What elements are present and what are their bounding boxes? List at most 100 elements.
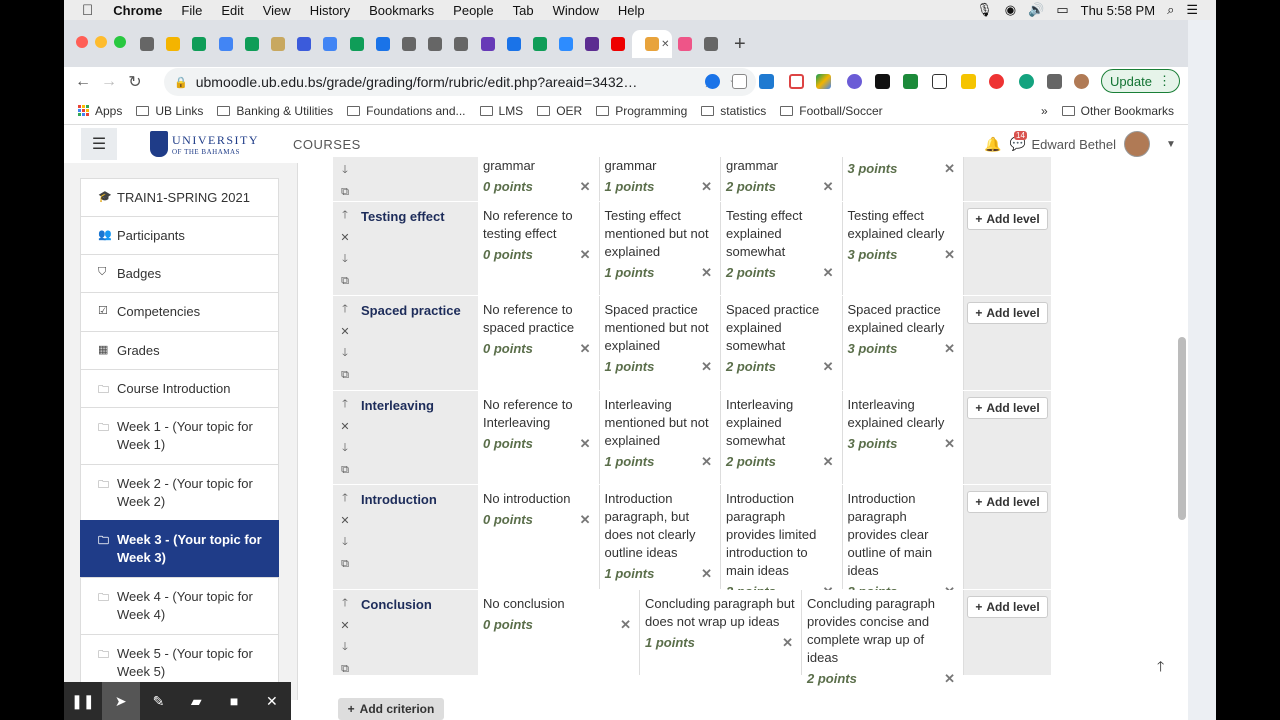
extension-icon[interactable] xyxy=(705,74,720,89)
level-definition[interactable]: Concluding paragraph but does not wrap u… xyxy=(645,595,795,631)
delete-level-icon[interactable]: ✕ xyxy=(580,511,591,529)
level-points[interactable]: 1 points xyxy=(605,358,655,376)
level-points[interactable]: 2 points xyxy=(726,178,776,196)
duplicate-icon[interactable]: ⧉ xyxy=(341,369,349,382)
level-points[interactable]: 1 points xyxy=(605,178,655,196)
level-cell[interactable]: Interleaving explained somewhat 2 points ✕ xyxy=(721,391,843,484)
level-points[interactable]: 0 points xyxy=(483,178,533,196)
menu-item-bookmarks[interactable]: Bookmarks xyxy=(369,3,434,18)
nav-item[interactable]: ▦ Grades xyxy=(80,331,279,369)
browser-tab[interactable] xyxy=(344,30,370,58)
delete-level-icon[interactable]: ✕ xyxy=(944,246,955,264)
back-icon[interactable]: ← xyxy=(70,73,96,91)
arrow-down-icon[interactable]: 🡓 xyxy=(342,344,348,363)
pointer-icon[interactable]: ➤ xyxy=(101,682,140,720)
arrow-down-icon[interactable]: 🡓 xyxy=(342,250,348,269)
level-points[interactable]: 0 points xyxy=(483,511,533,529)
browser-tab[interactable] xyxy=(672,30,698,58)
menu-item-edit[interactable]: Edit xyxy=(221,3,243,18)
level-cell[interactable]: grammar 1 points ✕ xyxy=(600,157,721,201)
browser-tab[interactable] xyxy=(396,30,422,58)
battery-icon[interactable]: ▭ xyxy=(1056,2,1068,18)
pen-icon[interactable]: ✎ xyxy=(140,682,178,720)
level-cell[interactable]: Concluding paragraph provides concise an… xyxy=(802,590,964,686)
menu-item-help[interactable]: Help xyxy=(618,3,645,18)
level-definition[interactable]: Interleaving explained clearly xyxy=(848,396,958,432)
level-cell[interactable]: Concluding paragraph but does not wrap u… xyxy=(640,590,802,675)
record-icon[interactable] xyxy=(989,74,1004,89)
lock-icon[interactable]: 🔒 xyxy=(174,76,188,89)
level-points[interactable]: 3 points xyxy=(848,246,898,264)
delete-level-icon[interactable]: ✕ xyxy=(701,358,712,376)
level-cell[interactable]: Spaced practice explained clearly 3 point… xyxy=(843,296,964,390)
menu-item-tab[interactable]: Tab xyxy=(513,3,534,18)
pause-icon[interactable]: ❚❚ xyxy=(64,682,102,720)
nav-item[interactable]: ⛉ Badges xyxy=(80,254,279,292)
level-definition[interactable]: Interleaving mentioned but not explained xyxy=(605,396,715,450)
duplicate-icon[interactable]: ⧉ xyxy=(341,464,349,477)
level-points[interactable]: 1 points xyxy=(645,634,695,652)
arrow-up-icon[interactable]: 🡑 xyxy=(342,395,348,414)
nav-item[interactable]: 🗀 Week 3 - (Your topic for Week 3) xyxy=(80,520,279,577)
bookmark-folder[interactable]: UB Links xyxy=(136,104,203,118)
minimize-window-button[interactable] xyxy=(95,36,107,48)
qr-icon[interactable] xyxy=(875,74,890,89)
browser-tab[interactable] xyxy=(698,30,724,58)
level-cell[interactable]: grammar 0 points ✕ xyxy=(478,157,600,201)
browser-tab[interactable] xyxy=(213,30,239,58)
level-definition[interactable]: No introduction xyxy=(483,490,593,508)
level-points[interactable]: 3 points xyxy=(848,435,898,453)
arrow-down-icon[interactable]: 🡓 xyxy=(342,439,348,458)
level-cell[interactable]: No reference to Interleaving 0 points ✕ xyxy=(478,391,600,484)
bookmarks-more[interactable]: » xyxy=(1041,104,1048,118)
delete-icon[interactable]: ✕ xyxy=(340,420,349,433)
browser-tab[interactable] xyxy=(527,30,553,58)
apple-icon[interactable]:  xyxy=(82,2,93,19)
menu-item-view[interactable]: View xyxy=(263,3,291,18)
drive-icon[interactable] xyxy=(816,74,831,89)
delete-level-icon[interactable]: ✕ xyxy=(944,435,955,453)
level-cell[interactable]: No reference to testing effect 0 points ✕ xyxy=(478,202,600,295)
list-icon[interactable]: ☰ xyxy=(1186,2,1198,18)
add-level-button[interactable]: + Add level xyxy=(967,491,1048,513)
criterion-name[interactable]: Introduction xyxy=(357,485,478,589)
arrow-up-icon[interactable]: 🡑 xyxy=(342,206,348,225)
arrow-down-icon[interactable]: 🡓 xyxy=(342,638,348,657)
browser-tab[interactable] xyxy=(448,30,474,58)
level-cell[interactable]: grammar 2 points ✕ xyxy=(721,157,843,201)
delete-level-icon[interactable]: ✕ xyxy=(944,340,955,358)
bell-icon[interactable]: 🔔 xyxy=(984,136,1001,153)
duplicate-icon[interactable]: ⧉ xyxy=(341,663,349,676)
level-cell[interactable]: Interleaving explained clearly 3 points ✕ xyxy=(843,391,964,484)
level-definition[interactable]: Testing effect explained somewhat xyxy=(726,207,836,261)
criterion-name[interactable]: Conclusion xyxy=(357,590,478,675)
forward-icon[interactable]: → xyxy=(96,73,122,91)
chevron-down-icon[interactable]: ▼ xyxy=(1166,139,1176,150)
browser-tab[interactable] xyxy=(370,30,396,58)
level-cell[interactable]: Introduction paragraph provides limited … xyxy=(721,485,843,599)
level-definition[interactable]: No reference to testing effect xyxy=(483,207,593,243)
download-icon[interactable] xyxy=(961,74,976,89)
level-definition[interactable]: Interleaving explained somewhat xyxy=(726,396,836,450)
level-definition[interactable]: grammar xyxy=(605,157,715,175)
criterion-name[interactable]: Testing effect xyxy=(357,202,478,295)
menu-item-people[interactable]: People xyxy=(453,3,493,18)
zoom-window-button[interactable] xyxy=(114,36,126,48)
level-points[interactable]: 2 points xyxy=(807,670,857,688)
profile-avatar[interactable] xyxy=(1074,74,1089,89)
level-points[interactable]: 2 points xyxy=(726,264,776,282)
gmail-icon[interactable] xyxy=(789,74,804,89)
browser-tab[interactable] xyxy=(239,30,265,58)
bookmark-folder[interactable]: Programming xyxy=(596,104,687,118)
level-cell[interactable]: Testing effect explained somewhat 2 point… xyxy=(721,202,843,295)
criterion-name[interactable]: Interleaving xyxy=(357,391,478,484)
nav-item[interactable]: 👥 Participants xyxy=(80,216,279,254)
browser-tab[interactable] xyxy=(291,30,317,58)
delete-level-icon[interactable]: ✕ xyxy=(701,264,712,282)
duplicate-icon[interactable]: ⧉ xyxy=(341,275,349,288)
delete-level-icon[interactable]: ✕ xyxy=(701,453,712,471)
user-name[interactable]: Edward Bethel xyxy=(1031,137,1116,152)
bookmark-folder[interactable]: Football/Soccer xyxy=(780,104,883,118)
scrollbar[interactable] xyxy=(1178,337,1186,520)
criterion-name[interactable]: Spaced practice xyxy=(357,296,478,390)
